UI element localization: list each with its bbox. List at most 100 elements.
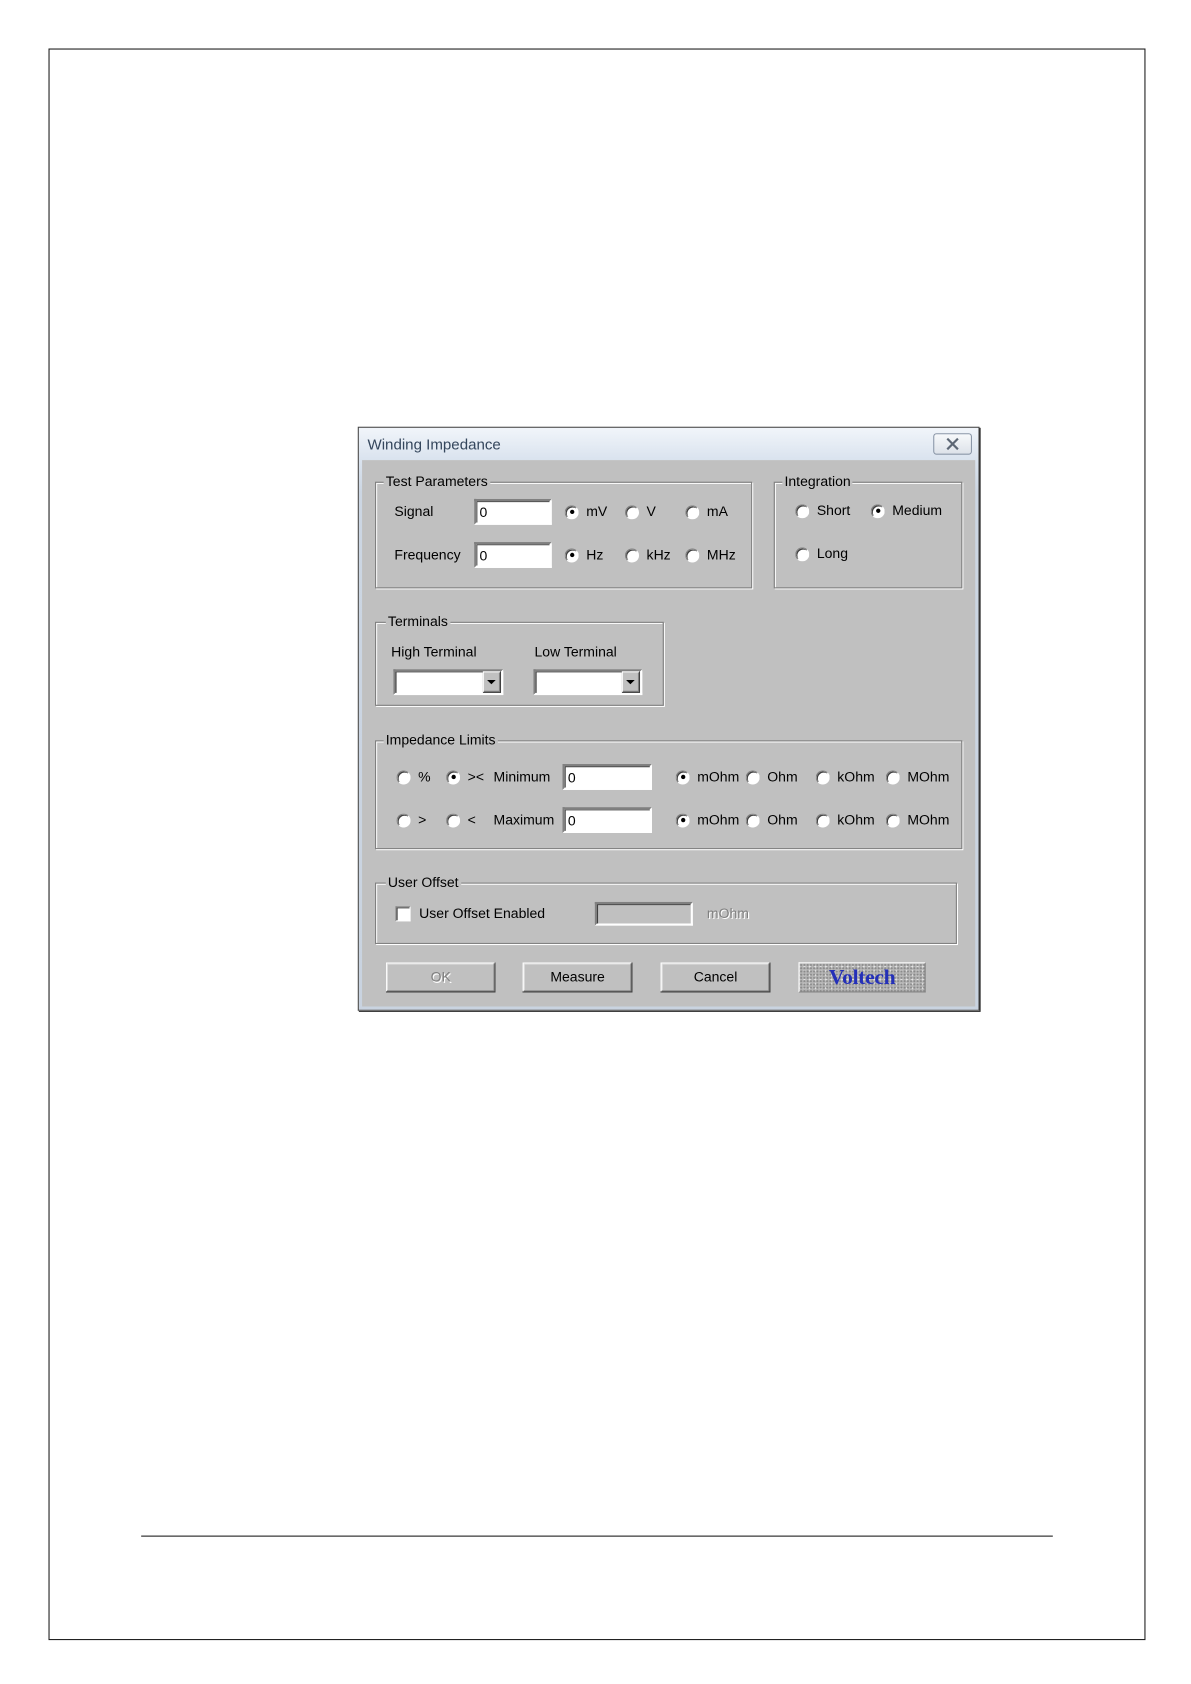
short-radio[interactable] bbox=[795, 503, 810, 518]
terminals-label: Terminals bbox=[385, 613, 451, 631]
signal-input[interactable] bbox=[474, 498, 552, 525]
voltech-logo-text: Voltech bbox=[828, 965, 896, 990]
window-title: Winding Impedance bbox=[367, 435, 501, 453]
ma-radio[interactable] bbox=[685, 504, 700, 519]
signal-unit-v-option[interactable]: V bbox=[625, 503, 656, 520]
impedance-limits-group: Impedance Limits % >< Minimum mOhm Ohm bbox=[375, 731, 963, 850]
integration-medium-option[interactable]: Medium bbox=[870, 502, 943, 519]
frequency-unit-hz-option[interactable]: Hz bbox=[564, 546, 604, 563]
user-offset-input[interactable] bbox=[594, 901, 693, 926]
dropdown-arrow-icon bbox=[487, 679, 496, 685]
high-terminal-select[interactable] bbox=[393, 669, 504, 696]
limit-mode-percent-option[interactable]: % bbox=[396, 768, 431, 785]
user-offset-label: User Offset bbox=[385, 873, 461, 892]
percent-radio-label: % bbox=[418, 768, 431, 785]
user-offset-group: User Offset User Offset Enabled mOhm bbox=[375, 873, 957, 944]
maximum-megaohm-label: MOhm bbox=[907, 811, 950, 828]
greater-radio-label: > bbox=[418, 811, 427, 828]
cancel-button[interactable]: Cancel bbox=[660, 962, 771, 993]
low-terminal-label: Low Terminal bbox=[534, 643, 617, 660]
user-offset-enabled-checkbox[interactable] bbox=[395, 906, 411, 922]
test-parameters-label: Test Parameters bbox=[383, 473, 490, 491]
long-radio[interactable] bbox=[795, 546, 810, 561]
between-radio[interactable] bbox=[446, 769, 461, 784]
minimum-input[interactable] bbox=[562, 764, 652, 790]
hz-radio[interactable] bbox=[564, 547, 579, 562]
test-parameters-group: Test Parameters Signal mV V mA Frequency… bbox=[375, 473, 753, 589]
percent-radio[interactable] bbox=[396, 769, 411, 784]
less-radio-label: < bbox=[467, 811, 476, 828]
maximum-kohm-radio[interactable] bbox=[815, 813, 830, 828]
hz-radio-label: Hz bbox=[586, 546, 604, 563]
mhz-radio[interactable] bbox=[685, 547, 700, 562]
v-radio-label: V bbox=[646, 503, 656, 520]
ok-button[interactable]: OK bbox=[385, 962, 496, 993]
mhz-radio-label: MHz bbox=[706, 546, 736, 563]
between-radio-label: >< bbox=[467, 768, 485, 785]
maximum-unit-megaohm-option[interactable]: MOhm bbox=[885, 811, 950, 828]
mv-radio-label: mV bbox=[586, 503, 608, 520]
minimum-megaohm-radio[interactable] bbox=[885, 769, 900, 784]
user-offset-unit-label: mOhm bbox=[706, 905, 749, 922]
close-button[interactable] bbox=[933, 433, 972, 455]
minimum-unit-megaohm-option[interactable]: MOhm bbox=[885, 768, 949, 785]
low-terminal-dropdown-button[interactable] bbox=[621, 671, 641, 693]
low-terminal-select[interactable] bbox=[533, 669, 643, 696]
integration-label: Integration bbox=[782, 473, 853, 491]
maximum-ohm-radio[interactable] bbox=[745, 813, 760, 828]
ma-radio-label: mA bbox=[706, 503, 728, 520]
maximum-input[interactable] bbox=[562, 807, 652, 833]
medium-radio[interactable] bbox=[870, 503, 885, 518]
footer-rule bbox=[141, 1535, 1053, 1537]
minimum-label: Minimum bbox=[493, 768, 551, 785]
maximum-megaohm-radio[interactable] bbox=[885, 813, 900, 828]
maximum-mohm-label: mOhm bbox=[697, 811, 740, 828]
title-bar[interactable]: Winding Impedance bbox=[359, 428, 979, 460]
maximum-label: Maximum bbox=[493, 811, 555, 828]
limit-mode-between-option[interactable]: >< bbox=[446, 768, 484, 785]
voltech-logo: Voltech bbox=[798, 962, 926, 993]
minimum-unit-kohm-option[interactable]: kOhm bbox=[815, 768, 875, 785]
khz-radio-label: kHz bbox=[646, 546, 671, 563]
khz-radio[interactable] bbox=[625, 547, 640, 562]
measure-button[interactable]: Measure bbox=[522, 962, 633, 993]
long-radio-label: Long bbox=[816, 545, 848, 562]
terminals-group: Terminals High Terminal Low Terminal bbox=[375, 613, 664, 706]
frequency-unit-khz-option[interactable]: kHz bbox=[625, 546, 671, 563]
minimum-kohm-radio[interactable] bbox=[815, 769, 830, 784]
frequency-unit-mhz-option[interactable]: MHz bbox=[685, 546, 736, 563]
limit-mode-greater-option[interactable]: > bbox=[396, 811, 427, 828]
medium-radio-label: Medium bbox=[892, 502, 943, 519]
integration-group: Integration Short Medium Long bbox=[773, 473, 963, 589]
dropdown-arrow-icon bbox=[626, 679, 635, 685]
signal-unit-ma-option[interactable]: mA bbox=[685, 503, 728, 520]
user-offset-enabled-label: User Offset Enabled bbox=[419, 905, 546, 922]
frequency-input[interactable] bbox=[474, 542, 552, 568]
integration-short-option[interactable]: Short bbox=[795, 502, 850, 519]
mv-radio[interactable] bbox=[564, 504, 579, 519]
integration-long-option[interactable]: Long bbox=[795, 545, 848, 562]
minimum-ohm-label: Ohm bbox=[767, 768, 798, 785]
user-offset-enabled-option[interactable]: User Offset Enabled bbox=[395, 905, 545, 922]
winding-impedance-dialog: Winding Impedance Test Parameters Signal… bbox=[357, 426, 980, 1011]
minimum-kohm-label: kOhm bbox=[837, 768, 875, 785]
minimum-unit-ohm-option[interactable]: Ohm bbox=[745, 768, 798, 785]
high-terminal-dropdown-button[interactable] bbox=[482, 671, 502, 693]
short-radio-label: Short bbox=[816, 502, 851, 519]
maximum-unit-ohm-option[interactable]: Ohm bbox=[745, 811, 798, 828]
v-radio[interactable] bbox=[625, 504, 640, 519]
greater-radio[interactable] bbox=[396, 813, 411, 828]
less-radio[interactable] bbox=[446, 813, 461, 828]
minimum-unit-mohm-option[interactable]: mOhm bbox=[675, 768, 739, 785]
maximum-mohm-radio[interactable] bbox=[675, 813, 690, 828]
minimum-mohm-radio[interactable] bbox=[675, 769, 690, 784]
signal-unit-mv-option[interactable]: mV bbox=[564, 503, 608, 520]
frequency-label: Frequency bbox=[394, 546, 461, 563]
minimum-ohm-radio[interactable] bbox=[745, 769, 760, 784]
limit-mode-less-option[interactable]: < bbox=[446, 811, 476, 828]
maximum-unit-kohm-option[interactable]: kOhm bbox=[815, 811, 875, 828]
maximum-ohm-label: Ohm bbox=[767, 811, 798, 828]
maximum-unit-mohm-option[interactable]: mOhm bbox=[675, 811, 740, 828]
close-icon bbox=[946, 438, 959, 451]
impedance-limits-label: Impedance Limits bbox=[383, 731, 498, 749]
